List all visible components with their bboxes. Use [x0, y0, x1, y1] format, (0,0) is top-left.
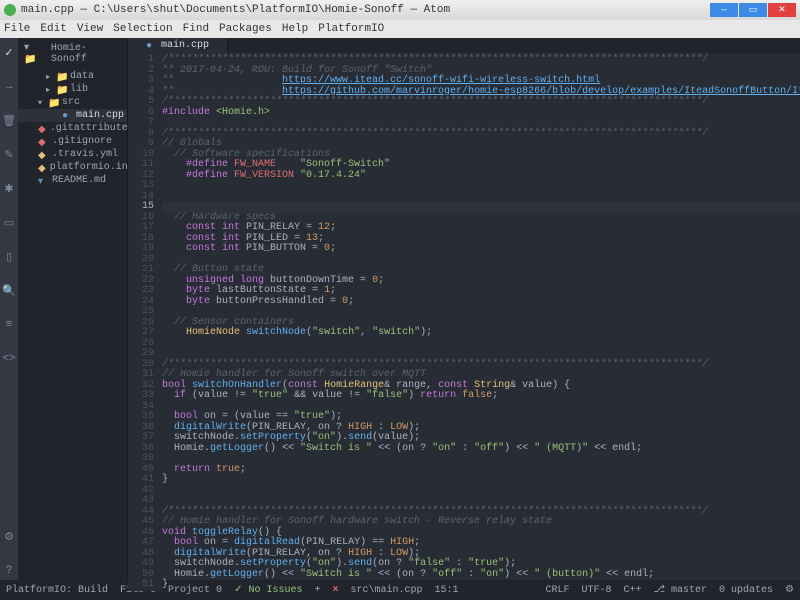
yml-icon: ◆ — [38, 163, 46, 173]
tree-item-label: .travis.yml — [52, 149, 118, 160]
folder-icon[interactable]: ▯ — [0, 248, 18, 266]
tree-item-lib[interactable]: 📁 lib — [18, 83, 127, 96]
tree-item-label: README.md — [52, 175, 106, 186]
tree-item-label: .gitignore — [52, 136, 112, 147]
git-icon: ◆ — [38, 124, 46, 134]
search-icon[interactable]: 🔍 — [0, 282, 18, 300]
tree-item-README-md[interactable]: ▾ README.md — [18, 174, 127, 187]
menu-find[interactable]: Find — [183, 23, 209, 35]
tree-item-main-cpp[interactable]: ● main.cpp — [18, 109, 127, 122]
code-content[interactable]: /***************************************… — [162, 53, 800, 591]
help-icon[interactable]: ? — [0, 562, 18, 580]
cpp-icon: ● — [146, 41, 156, 51]
close-button[interactable]: ✕ — [768, 3, 796, 17]
check-icon[interactable]: ✓ — [0, 44, 18, 62]
git-icon: ◆ — [38, 137, 48, 147]
sb-build[interactable]: PlatformIO: Build — [6, 585, 108, 596]
tree-item--gitattributes[interactable]: ◆.gitattributes — [18, 122, 127, 135]
trash-icon[interactable]: 🗑 — [0, 112, 18, 130]
workspace: ✓ → 🗑 ✎ ✱ ▭ ▯ 🔍 ≡ <> ⚙ ? ▾ 📁Homie-Sonoff… — [0, 38, 800, 580]
arrow-icon[interactable]: → — [0, 78, 18, 96]
folder-icon: 📁 — [48, 98, 58, 108]
maximize-button[interactable]: ▭ — [739, 3, 767, 17]
tree-item-label: src — [62, 97, 80, 108]
menu-selection[interactable]: Selection — [113, 23, 172, 35]
file-tree: 📁data📁lib📁src●main.cpp◆.gitattributes◆.g… — [18, 70, 127, 187]
tab-label: main.cpp — [161, 40, 209, 51]
window-titlebar: main.cpp — C:\Users\shut\Documents\Platf… — [0, 0, 800, 20]
menu-file[interactable]: File — [4, 23, 30, 35]
tree-item-label: data — [70, 71, 94, 82]
tree-item-label: main.cpp — [76, 110, 124, 121]
md-icon: ▾ — [38, 176, 48, 186]
tree-item--gitignore[interactable]: ◆ .gitignore — [18, 135, 127, 148]
file-tree-sidebar: ▾ 📁Homie-Sonoff 📁data📁lib📁src●main.cpp◆.… — [18, 38, 128, 580]
tree-item--travis-yml[interactable]: ◆ .travis.yml — [18, 148, 127, 161]
menu-edit[interactable]: Edit — [40, 23, 66, 35]
folder-icon: 📁 — [56, 85, 66, 95]
code-editor[interactable]: 1234567891011121314151617181920212223242… — [128, 53, 800, 591]
doc-icon[interactable]: ▭ — [0, 214, 18, 232]
menu-packages[interactable]: Packages — [219, 23, 272, 35]
edit-icon[interactable]: ✎ — [0, 146, 18, 164]
project-header[interactable]: ▾ 📁Homie-Sonoff — [18, 38, 127, 70]
settings-icon[interactable]: ⚙ — [0, 528, 18, 546]
activity-bar: ✓ → 🗑 ✎ ✱ ▭ ▯ 🔍 ≡ <> ⚙ ? — [0, 38, 18, 580]
serial-icon[interactable]: ≡ — [0, 316, 18, 334]
tab-main-cpp[interactable]: ● main.cpp — [128, 38, 228, 53]
bug-icon[interactable]: ✱ — [0, 180, 18, 198]
app-icon — [4, 4, 16, 16]
yml-icon: ◆ — [38, 150, 48, 160]
minimize-button[interactable]: — — [710, 3, 738, 17]
menu-help[interactable]: Help — [282, 23, 308, 35]
tree-item-data[interactable]: 📁 data — [18, 70, 127, 83]
editor-area: ● main.cpp 12345678910111213141516171819… — [128, 38, 800, 580]
tree-item-label: lib — [70, 84, 88, 95]
menu-view[interactable]: View — [77, 23, 103, 35]
tree-item-src[interactable]: 📁 src — [18, 96, 127, 109]
line-gutter: 1234567891011121314151617181920212223242… — [128, 53, 162, 591]
folder-icon: 📁 — [56, 72, 66, 82]
tab-bar: ● main.cpp — [128, 38, 800, 53]
menu-platformio[interactable]: PlatformIO — [318, 23, 384, 35]
window-title: main.cpp — C:\Users\shut\Documents\Platf… — [21, 4, 710, 16]
tree-item-label: .gitattributes — [50, 123, 134, 134]
code-icon[interactable]: <> — [0, 350, 18, 368]
window-controls: — ▭ ✕ — [710, 3, 796, 17]
tree-item-platformio-ini[interactable]: ◆platformio.ini — [18, 161, 127, 174]
cpp-icon: ● — [62, 111, 72, 121]
tree-item-label: platformio.ini — [50, 162, 134, 173]
menu-bar: File Edit View Selection Find Packages H… — [0, 20, 800, 38]
